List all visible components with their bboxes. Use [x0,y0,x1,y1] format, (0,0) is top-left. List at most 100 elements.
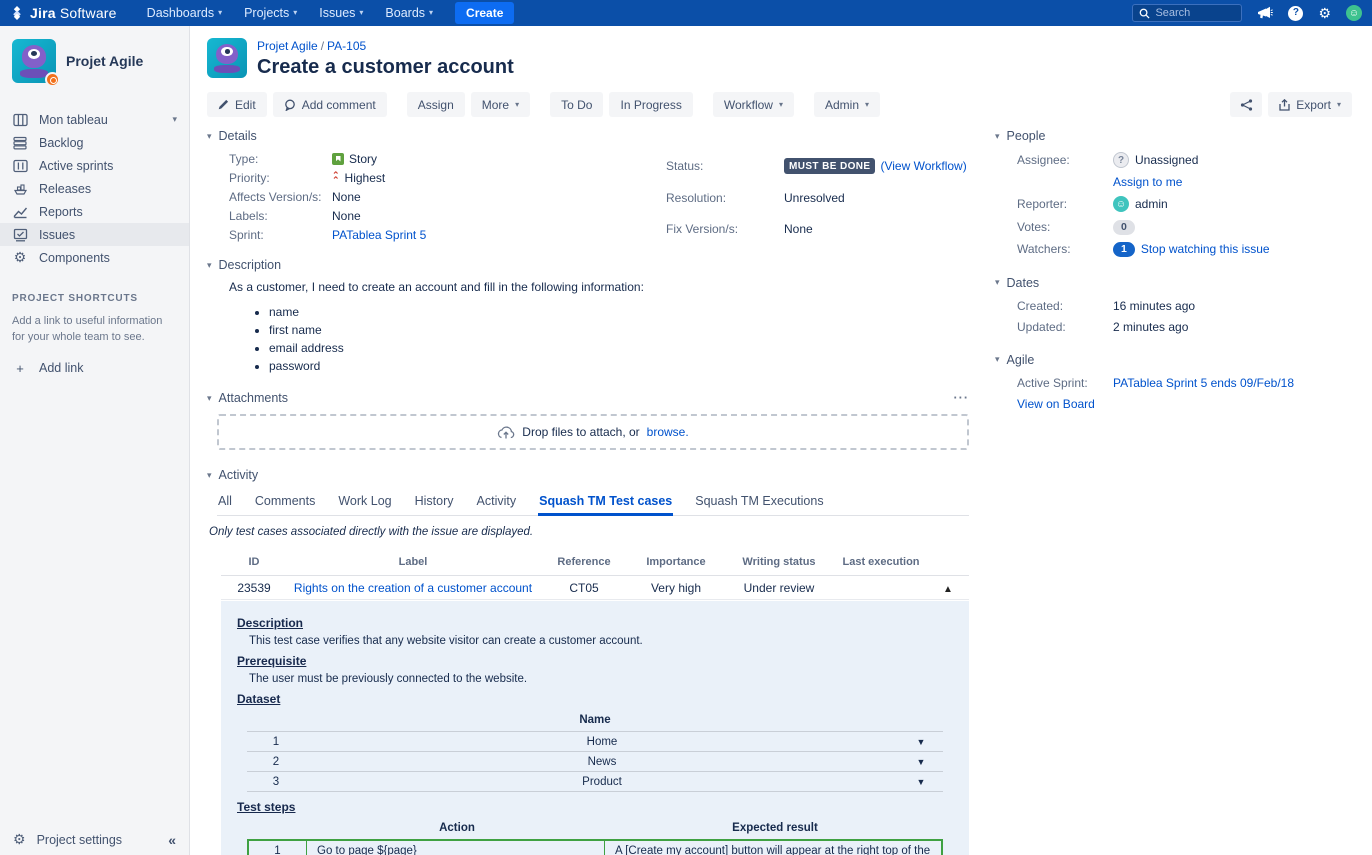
affects-version-value: None [332,190,666,204]
tab-squash-tm-executions[interactable]: Squash TM Executions [694,491,824,515]
active-sprint-label: Active Sprint: [1017,376,1113,390]
jira-logo[interactable]: Jira Software [10,5,117,21]
workflow-button[interactable]: Workflow▾ [713,92,794,117]
attachments-section-header[interactable]: ▾ Attachments ··· [207,391,969,405]
add-comment-button[interactable]: Add comment [273,92,387,117]
testcase-writing-status: Under review [723,581,835,595]
description-section-header[interactable]: ▾ Description [207,258,969,272]
chevron-down-icon: ▾ [218,9,222,17]
stop-watching-link[interactable]: Stop watching this issue [1141,242,1270,256]
sidebar-item-label: Components [39,251,110,265]
transition-todo-button[interactable]: To Do [550,92,603,117]
chevron-down-icon[interactable]: ▾ [172,114,177,125]
attachments-menu-icon[interactable]: ··· [954,391,970,405]
sidebar-item-active-sprints[interactable]: Active sprints [0,154,189,177]
twisty-icon: ▾ [995,277,1000,288]
dates-module: ▾ Dates Created: 16 minutes ago Updated:… [995,276,1352,334]
pencil-icon [218,99,229,110]
admin-button[interactable]: Admin▾ [814,92,880,117]
sidebar-item-releases[interactable]: Releases [0,177,189,200]
tab-work-log[interactable]: Work Log [337,491,392,515]
type-value: Story [332,152,666,166]
breadcrumb-issue-link[interactable]: PA-105 [327,39,366,53]
tab-history[interactable]: History [414,491,455,515]
view-workflow-link[interactable]: (View Workflow) [880,159,966,173]
create-button[interactable]: Create [455,2,514,24]
twisty-icon: ▾ [207,260,212,271]
nav-dashboards[interactable]: Dashboards▾ [147,6,222,20]
details-section-header[interactable]: ▾ Details [207,129,969,143]
testcase-link[interactable]: Rights on the creation of a customer acc… [294,581,532,595]
help-icon[interactable]: ? [1288,6,1303,21]
logo-word-2: Software [60,5,117,21]
sidebar-item-mon-tableau[interactable]: Mon tableau ▾ [0,108,189,131]
logo-word-1: Jira [30,5,56,21]
sidebar-item-components[interactable]: ⚙ Components [0,246,189,269]
testcases-table: ID Label Reference Importance Writing st… [221,550,969,855]
watchers-badge[interactable]: 1 [1113,242,1135,257]
question-mark-glyph: ? [1288,6,1303,21]
tab-activity[interactable]: Activity [476,491,518,515]
search-input[interactable] [1155,7,1235,19]
transition-in-progress-button[interactable]: In Progress [609,92,692,117]
collapse-sidebar-icon[interactable]: « [168,832,176,848]
project-settings-link[interactable]: Project settings [37,833,122,847]
share-button[interactable] [1230,92,1262,117]
labels-value: None [332,209,666,223]
tab-comments[interactable]: Comments [254,491,316,515]
feedback-megaphone-icon[interactable] [1257,6,1273,20]
sidebar-item-issues[interactable]: Issues [0,223,189,246]
export-button[interactable]: Export▾ [1268,92,1352,117]
project-name: Projet Agile [66,53,143,69]
sidebar-item-label: Issues [39,228,75,242]
reporter-value: admin [1135,197,1168,211]
nav-projects[interactable]: Projects▾ [244,6,297,20]
tab-all[interactable]: All [217,491,233,515]
active-sprint-link[interactable]: PATablea Sprint 5 ends 09/Feb/18 [1113,376,1294,390]
sidebar-item-backlog[interactable]: Backlog [0,131,189,154]
expand-dataset-icon[interactable]: ▼ [899,737,943,747]
chevron-down-icon: ▾ [779,101,783,109]
gear-icon[interactable]: ⚙ [1318,6,1331,20]
expand-dataset-icon[interactable]: ▼ [899,777,943,787]
browse-link[interactable]: browse. [647,425,689,439]
nav-boards[interactable]: Boards▾ [385,6,433,20]
people-section-header[interactable]: ▾ People [995,129,1352,143]
edit-button[interactable]: Edit [207,92,267,117]
agile-section-header[interactable]: ▾ Agile [995,353,1352,367]
more-button[interactable]: More▾ [471,92,530,117]
tab-squash-tm-test-cases[interactable]: Squash TM Test cases [538,491,673,515]
nav-issues[interactable]: Issues▾ [319,6,363,20]
description-content: As a customer, I need to create an accou… [229,280,969,373]
breadcrumb-project-link[interactable]: Projet Agile [257,39,318,53]
jira-diamond-icon [10,6,24,20]
sidebar-item-reports[interactable]: Reports [0,200,189,223]
breadcrumb: Projet Agile/PA-105 [257,39,514,53]
test-steps-header: Action Expected result [247,819,943,839]
user-avatar[interactable]: ☺ [1346,5,1362,21]
dropzone-text: Drop files to attach, or [522,425,639,439]
tc-description-title: Description [237,616,953,630]
sprint-link[interactable]: PATablea Sprint 5 [332,228,426,242]
expand-dataset-icon[interactable]: ▼ [899,757,943,767]
dates-section-header[interactable]: ▾ Dates [995,276,1352,290]
labels-label: Labels: [229,209,332,223]
assign-button[interactable]: Assign [407,92,465,117]
watchers-label: Watchers: [1017,242,1113,256]
project-avatar[interactable] [12,39,56,83]
assign-to-me-link[interactable]: Assign to me [1113,175,1182,189]
step-action: Go to page ${page} [307,841,605,855]
view-on-board-link[interactable]: View on Board [1017,397,1095,411]
collapse-row-icon[interactable]: ▲ [943,584,953,595]
fix-version-label: Fix Version/s: [666,222,784,236]
attachments-dropzone[interactable]: Drop files to attach, or browse. [217,414,969,450]
global-search[interactable] [1132,4,1242,22]
search-icon [1139,8,1150,19]
priority-highest-icon: ⌃⌃ [332,173,340,183]
sidebar-menu: Mon tableau ▾ Backlog Active sprints Rel… [0,108,189,269]
activity-section-header[interactable]: ▾ Activity [207,468,969,482]
sidebar-item-label: Releases [39,182,91,196]
reporter-label: Reporter: [1017,197,1113,211]
twisty-icon: ▾ [995,354,1000,365]
add-link-button[interactable]: + Add link [12,361,177,376]
